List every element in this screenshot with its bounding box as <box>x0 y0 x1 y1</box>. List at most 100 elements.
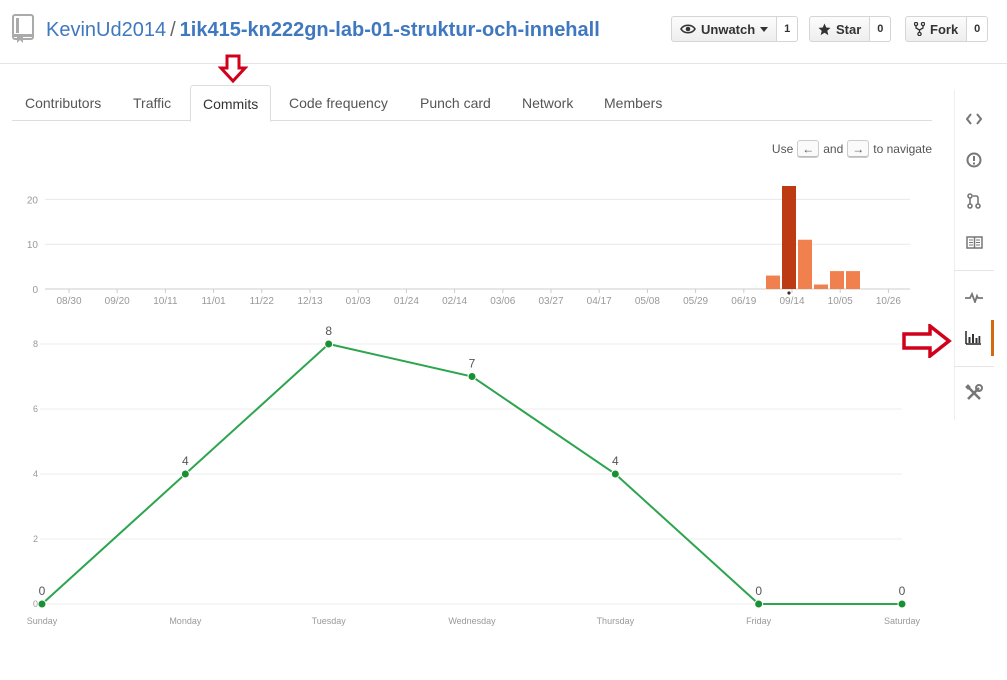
star-label: Star <box>836 21 862 37</box>
fork-button[interactable]: Fork <box>905 16 968 42</box>
x-tick-label: 12/13 <box>297 296 322 307</box>
settings-icon <box>965 384 983 400</box>
data-label: 4 <box>182 454 189 468</box>
data-label: 7 <box>469 357 476 371</box>
x-tick-label: 04/17 <box>587 296 612 307</box>
x-tick-label: 02/14 <box>442 296 467 307</box>
x-tick-label: Friday <box>746 616 772 626</box>
tab-punch-card[interactable]: Punch card <box>420 85 491 121</box>
repo-icon <box>12 14 34 43</box>
commit-bar <box>782 186 796 289</box>
tab-network[interactable]: Network <box>522 85 573 121</box>
pull-request-icon <box>967 193 981 209</box>
x-tick-label: 03/27 <box>538 296 563 307</box>
watch-group: Unwatch 1 <box>671 16 799 42</box>
unwatch-button[interactable]: Unwatch <box>671 16 778 42</box>
tab-members[interactable]: Members <box>604 85 662 121</box>
data-point <box>467 372 477 381</box>
x-tick-label: 05/08 <box>635 296 660 307</box>
eye-icon <box>680 24 696 34</box>
x-tick-label: 03/06 <box>490 296 515 307</box>
sidebar-item-graphs[interactable] <box>954 320 994 356</box>
x-tick-label: 08/30 <box>56 296 81 307</box>
left-key: ← <box>797 140 820 158</box>
repo-separator: / <box>170 19 176 41</box>
y-tick-label: 0 <box>32 285 38 296</box>
fork-icon <box>914 22 925 36</box>
x-tick-label: 06/19 <box>731 296 756 307</box>
x-tick-label: Tuesday <box>312 616 347 626</box>
sidebar-item-wiki[interactable] <box>954 224 994 260</box>
x-tick-label: 11/22 <box>250 296 275 307</box>
fork-label: Fork <box>930 21 959 37</box>
commit-bar <box>846 271 860 289</box>
repo-title: KevinUd2014/1ik415-kn222gn-lab-01-strukt… <box>46 17 600 43</box>
watchers-count[interactable]: 1 <box>777 16 799 42</box>
repo-header: KevinUd2014/1ik415-kn222gn-lab-01-strukt… <box>0 0 1007 64</box>
issues-icon <box>966 152 982 168</box>
data-label: 0 <box>899 584 906 598</box>
y-tick-label: 20 <box>27 195 39 206</box>
nav-hint-suffix: to navigate <box>873 142 932 156</box>
data-label: 0 <box>39 584 46 598</box>
sidebar-item-code[interactable] <box>954 101 994 137</box>
x-tick-label: Saturday <box>884 616 921 626</box>
repo-owner-link[interactable]: KevinUd2014 <box>46 19 166 41</box>
unwatch-label: Unwatch <box>701 21 756 37</box>
x-tick-label: Sunday <box>27 616 58 626</box>
repo-name-link[interactable]: 1ik415-kn222gn-lab-01-struktur-och-inneh… <box>180 19 600 41</box>
nav-hint-and: and <box>823 142 844 156</box>
fork-group: Fork 0 <box>905 16 989 42</box>
sidebar-item-settings[interactable] <box>954 375 994 411</box>
annotation-right-arrow-icon <box>902 324 952 358</box>
selected-week-dot <box>787 291 791 295</box>
tab-traffic[interactable]: Traffic <box>133 85 171 121</box>
graphs-icon <box>964 331 981 345</box>
x-tick-label: 05/29 <box>683 296 708 307</box>
x-tick-label: 01/03 <box>346 296 371 307</box>
tab-contributors[interactable]: Contributors <box>25 85 101 121</box>
y-tick-label: 8 <box>33 339 38 349</box>
commit-bar <box>814 284 828 289</box>
y-tick-label: 0 <box>33 599 38 609</box>
stars-count[interactable]: 0 <box>870 16 892 42</box>
x-tick-label: 10/26 <box>876 296 901 307</box>
x-tick-label: 10/05 <box>828 296 853 307</box>
data-point <box>897 599 907 609</box>
y-tick-label: 6 <box>33 404 38 414</box>
repo-sidebar <box>954 90 994 420</box>
data-point <box>754 599 764 609</box>
sidebar-item-pulse[interactable] <box>954 279 994 315</box>
pulse-icon <box>965 291 983 303</box>
x-tick-label: Wednesday <box>448 616 496 626</box>
annotation-down-arrow-icon <box>218 54 248 84</box>
daily-commits-chart: 0 2 4 6 8 Sunday Monday Tuesday Wednesday Thursda… <box>27 324 921 626</box>
star-icon <box>818 22 831 35</box>
data-label: 0 <box>755 584 762 598</box>
caret-down-icon <box>760 26 769 32</box>
star-group: Star 0 <box>809 16 892 42</box>
data-point <box>37 599 47 609</box>
commit-bar <box>798 239 812 289</box>
forks-count[interactable]: 0 <box>967 16 989 42</box>
commit-bar <box>766 275 780 289</box>
y-tick-label: 2 <box>33 534 38 544</box>
sidebar-divider <box>954 366 994 367</box>
y-tick-label: 10 <box>27 240 39 251</box>
sidebar-item-pull-requests[interactable] <box>954 183 994 219</box>
graph-tabs: Contributors Traffic Commits Code freque… <box>12 85 932 122</box>
weekly-commits-chart[interactable]: 0 10 20 08/30 09/20 10/11 11/01 11/22 12/13 01/03… <box>0 180 930 310</box>
x-tick-label: Monday <box>169 616 202 626</box>
x-tick-label: 01/24 <box>394 296 419 307</box>
wiki-icon <box>965 235 983 249</box>
code-icon <box>966 113 982 125</box>
data-point <box>610 469 620 479</box>
tab-commits[interactable]: Commits <box>190 85 272 122</box>
x-tick-label: Thursday <box>597 616 635 626</box>
sidebar-item-issues[interactable] <box>954 142 994 178</box>
tab-code-frequency[interactable]: Code frequency <box>289 85 388 121</box>
data-label: 8 <box>325 324 332 338</box>
data-point <box>180 469 190 479</box>
x-tick-label: 11/01 <box>201 296 226 307</box>
star-button[interactable]: Star <box>809 16 871 42</box>
